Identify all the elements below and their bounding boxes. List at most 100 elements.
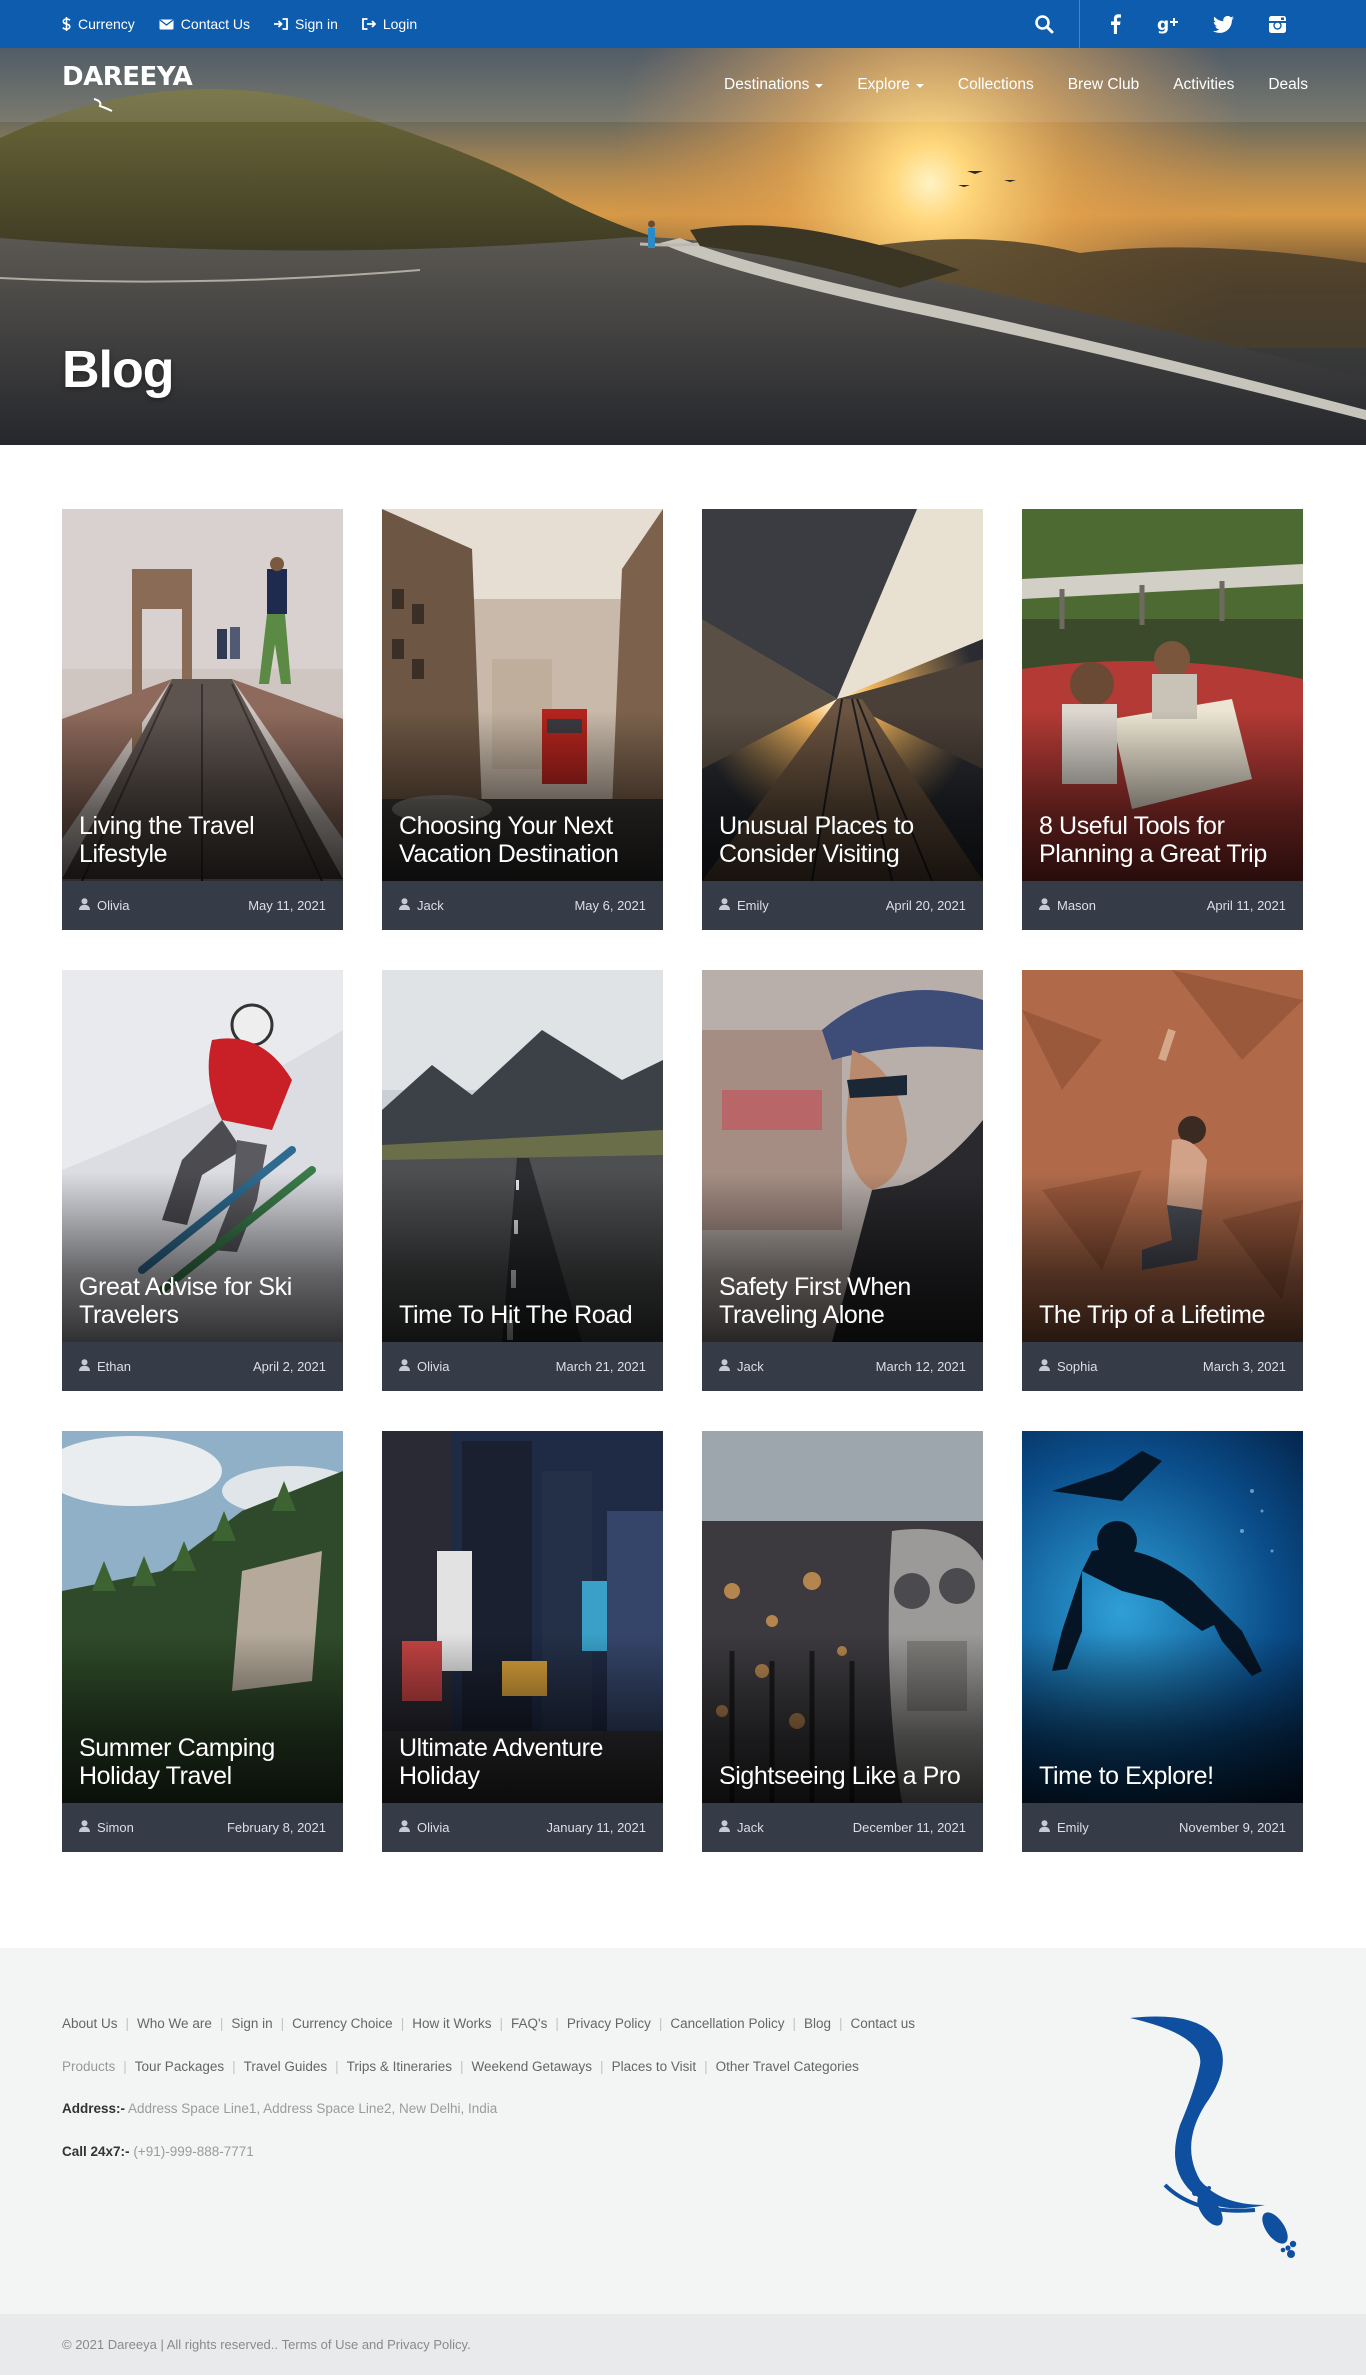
sign-in-link[interactable]: Sign in <box>274 16 338 32</box>
sign-in-icon <box>274 18 288 30</box>
divider: | <box>600 2059 604 2074</box>
blog-card[interactable]: Choosing Your Next Vacation Destination … <box>382 509 663 930</box>
nav-item-activities[interactable]: Activities <box>1173 76 1234 94</box>
card-title[interactable]: Choosing Your Next Vacation Destination <box>399 812 649 868</box>
footer-link-sign-in[interactable]: Sign in <box>231 2016 272 2031</box>
footer-link-currency-choice[interactable]: Currency Choice <box>292 2016 393 2031</box>
card-title[interactable]: Time To Hit The Road <box>399 1301 649 1329</box>
card-title[interactable]: Great Advise for Ski Travelers <box>79 1273 329 1329</box>
login-link[interactable]: Login <box>361 16 417 32</box>
divider: | <box>335 2059 339 2074</box>
blog-card[interactable]: Living the Travel Lifestyle Olivia May 1… <box>62 509 343 930</box>
card-date: December 11, 2021 <box>852 1820 966 1835</box>
main-navbar: DAREEYA Destinations Explore Collections… <box>0 48 1366 122</box>
top-utility-bar: Currency Contact Us Sign in Login g <box>0 0 1366 48</box>
user-icon <box>719 898 730 913</box>
currency-link[interactable]: Currency <box>62 16 135 32</box>
footer-link-about-us[interactable]: About Us <box>62 2016 118 2031</box>
nav-item-destinations[interactable]: Destinations <box>724 76 824 94</box>
card-title[interactable]: The Trip of a Lifetime <box>1039 1301 1289 1329</box>
nav-label: Explore <box>857 76 910 93</box>
currency-label: Currency <box>78 16 135 32</box>
card-title[interactable]: Summer Camping Holiday Travel <box>79 1734 329 1790</box>
card-author: Jack <box>399 898 444 913</box>
footer-link-tour-packages[interactable]: Tour Packages <box>135 2059 224 2074</box>
footer-link-places-to-visit[interactable]: Places to Visit <box>612 2059 697 2074</box>
card-title[interactable]: Time to Explore! <box>1039 1762 1289 1790</box>
footer-link-contact-us[interactable]: Contact us <box>851 2016 916 2031</box>
blog-card[interactable]: Time to Explore! Emily November 9, 2021 <box>1022 1431 1303 1852</box>
card-meta: Olivia May 11, 2021 <box>62 881 343 930</box>
blog-card[interactable]: Ultimate Adventure Holiday Olivia Januar… <box>382 1431 663 1852</box>
divider: | <box>219 2016 224 2031</box>
brand-name: DAREEYA <box>62 62 193 92</box>
card-date: April 2, 2021 <box>253 1359 326 1374</box>
blog-card[interactable]: Great Advise for Ski Travelers Ethan Apr… <box>62 970 343 1391</box>
footer-link-weekend-getaways[interactable]: Weekend Getaways <box>471 2059 592 2074</box>
card-title[interactable]: Ultimate Adventure Holiday <box>399 1734 649 1790</box>
footer-link-products[interactable]: Products <box>62 2059 115 2074</box>
blog-card[interactable]: Unusual Places to Consider Visiting Emil… <box>702 509 983 930</box>
card-meta: Emily November 9, 2021 <box>1022 1803 1303 1852</box>
blog-card[interactable]: Sightseeing Like a Pro Jack December 11,… <box>702 1431 983 1852</box>
primary-nav: Destinations Explore Collections Brew Cl… <box>690 48 1308 122</box>
blog-card[interactable]: The Trip of a Lifetime Sophia March 3, 2… <box>1022 970 1303 1391</box>
nav-item-collections[interactable]: Collections <box>958 76 1034 94</box>
user-icon <box>399 898 410 913</box>
footer-link-other-travel-categories[interactable]: Other Travel Categories <box>716 2059 859 2074</box>
card-title[interactable]: Safety First When Traveling Alone <box>719 1273 969 1329</box>
card-author: Mason <box>1039 898 1096 913</box>
facebook-icon[interactable] <box>1088 0 1142 48</box>
divider: | <box>400 2016 405 2031</box>
call-label: Call 24x7:- <box>62 2144 130 2159</box>
brand-logo[interactable]: DAREEYA <box>62 62 193 112</box>
blog-card[interactable]: Safety First When Traveling Alone Jack M… <box>702 970 983 1391</box>
google-plus-icon[interactable]: g <box>1142 0 1196 48</box>
call-value[interactable]: (+91)-999-888-7771 <box>133 2144 253 2159</box>
card-author: Emily <box>719 898 769 913</box>
author-name: Olivia <box>417 1820 450 1835</box>
card-title[interactable]: Living the Travel Lifestyle <box>79 812 329 868</box>
footer-link-who-we-are[interactable]: Who We are <box>137 2016 212 2031</box>
card-date: March 21, 2021 <box>555 1359 646 1374</box>
address-value: Address Space Line1, Address Space Line2… <box>128 2101 498 2116</box>
blog-card[interactable]: Summer Camping Holiday Travel Simon Febr… <box>62 1431 343 1852</box>
card-date: March 12, 2021 <box>875 1359 966 1374</box>
footer-link-travel-guides[interactable]: Travel Guides <box>244 2059 328 2074</box>
nav-label: Destinations <box>724 76 810 93</box>
footer-link-faqs[interactable]: FAQ's <box>511 2016 547 2031</box>
search-icon[interactable] <box>1017 0 1071 48</box>
twitter-icon[interactable] <box>1196 0 1250 48</box>
blog-card[interactable]: 8 Useful Tools for Planning a Great Trip… <box>1022 509 1303 930</box>
divider: | <box>792 2016 796 2031</box>
card-date: April 20, 2021 <box>885 898 966 913</box>
user-icon <box>719 1820 730 1835</box>
contact-us-link[interactable]: Contact Us <box>159 16 250 32</box>
card-meta: Jack December 11, 2021 <box>702 1803 983 1852</box>
instagram-icon[interactable] <box>1250 0 1304 48</box>
nav-label: Deals <box>1268 76 1308 93</box>
card-title[interactable]: 8 Useful Tools for Planning a Great Trip <box>1039 812 1289 868</box>
nav-item-brew-club[interactable]: Brew Club <box>1068 76 1140 94</box>
footer-link-how-it-works[interactable]: How it Works <box>412 2016 491 2031</box>
blog-card[interactable]: Time To Hit The Road Olivia March 21, 20… <box>382 970 663 1391</box>
footer-link-trips-itineraries[interactable]: Trips & Itineraries <box>347 2059 452 2074</box>
terms-privacy-link[interactable]: Terms of Use and Privacy Policy. <box>282 2337 471 2352</box>
nav-item-explore[interactable]: Explore <box>857 76 924 94</box>
top-links: Currency Contact Us Sign in Login <box>62 0 441 48</box>
page-title: Blog <box>62 341 175 399</box>
card-meta: Ethan April 2, 2021 <box>62 1342 343 1391</box>
footer-link-privacy-policy[interactable]: Privacy Policy <box>567 2016 651 2031</box>
footer-link-cancellation-policy[interactable]: Cancellation Policy <box>670 2016 784 2031</box>
user-icon <box>79 1820 90 1835</box>
log-in-icon <box>361 18 376 30</box>
card-meta: Mason April 11, 2021 <box>1022 881 1303 930</box>
card-title[interactable]: Sightseeing Like a Pro <box>719 1762 969 1790</box>
nav-item-deals[interactable]: Deals <box>1268 76 1308 94</box>
contact-us-label: Contact Us <box>180 16 251 32</box>
footer-logo-footprints-icon <box>1125 2010 1305 2265</box>
svg-text:g: g <box>1157 15 1169 34</box>
card-meta: Olivia March 21, 2021 <box>382 1342 663 1391</box>
card-title[interactable]: Unusual Places to Consider Visiting <box>719 812 969 868</box>
footer-link-blog[interactable]: Blog <box>804 2016 831 2031</box>
